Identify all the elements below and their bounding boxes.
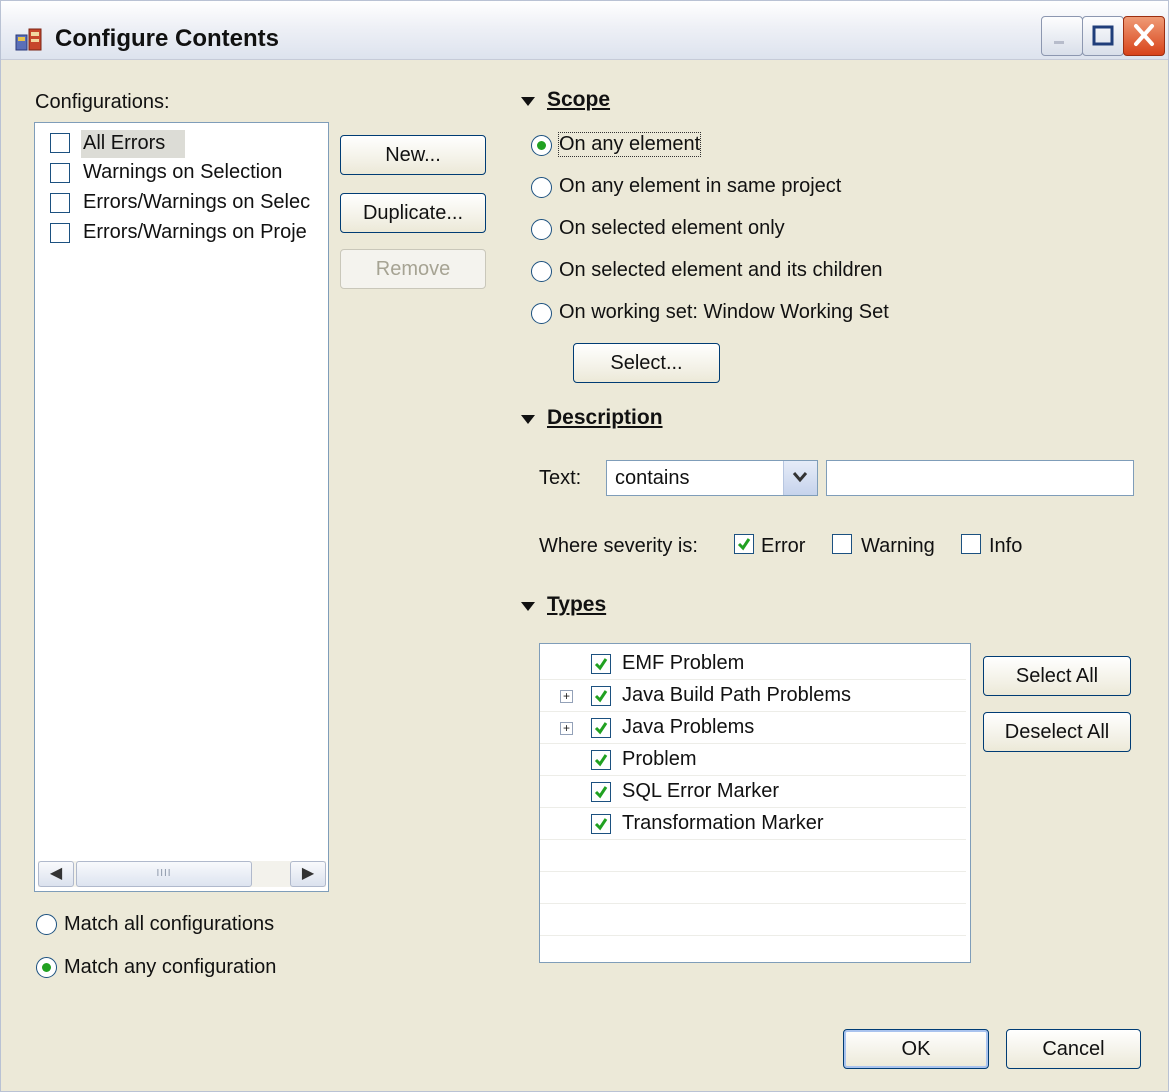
type-checkbox[interactable] <box>591 686 611 706</box>
scope-option-label[interactable]: On working set: Window Working Set <box>559 301 889 324</box>
select-working-set-button[interactable]: Select... <box>573 343 720 383</box>
title-bar[interactable]: Configure Contents <box>1 1 1168 60</box>
collapse-scope-icon[interactable] <box>521 97 535 106</box>
config-checkbox-warnings-selection[interactable] <box>50 163 70 183</box>
tree-row[interactable]: SQL Error Marker <box>540 776 966 808</box>
check-icon <box>594 690 608 703</box>
configurations-list[interactable]: All Errors Warnings on Selection Errors/… <box>34 122 329 892</box>
configurations-label: Configurations: <box>35 91 170 113</box>
tree-empty-row <box>540 904 966 936</box>
cancel-button[interactable]: Cancel <box>1006 1029 1141 1069</box>
type-label[interactable]: Java Problems <box>622 716 754 739</box>
deselect-all-button[interactable]: Deselect All <box>983 712 1131 752</box>
expand-plus-icon[interactable]: + <box>560 722 573 735</box>
severity-warning-checkbox[interactable] <box>832 534 852 554</box>
tree-empty-row <box>540 840 966 872</box>
tree-row[interactable]: Problem <box>540 744 966 776</box>
type-checkbox[interactable] <box>591 750 611 770</box>
tree-row[interactable]: + Java Build Path Problems <box>540 680 966 712</box>
severity-error-label[interactable]: Error <box>761 535 805 558</box>
type-label[interactable]: EMF Problem <box>622 652 744 675</box>
window-title: Configure Contents <box>55 25 279 52</box>
text-filter-input[interactable] <box>826 460 1134 496</box>
scroll-left-icon[interactable]: ◀ <box>38 861 74 887</box>
scroll-right-icon[interactable]: ▶ <box>290 861 326 887</box>
tree-row[interactable]: + Java Problems <box>540 712 966 744</box>
close-icon <box>1134 24 1154 46</box>
minimize-button[interactable] <box>1041 16 1083 56</box>
match-all-radio[interactable] <box>36 914 57 935</box>
check-icon <box>594 818 608 831</box>
scope-radio-selected-only[interactable] <box>531 219 552 240</box>
check-icon <box>737 538 751 551</box>
tree-empty-row <box>540 872 966 904</box>
config-item-label[interactable]: Errors/Warnings on Selec <box>83 191 323 214</box>
scope-radio-same-project[interactable] <box>531 177 552 198</box>
scope-heading[interactable]: Scope <box>547 88 610 112</box>
duplicate-button[interactable]: Duplicate... <box>340 193 486 233</box>
config-item-label[interactable]: Errors/Warnings on Proje <box>83 221 323 244</box>
type-label[interactable]: Java Build Path Problems <box>622 684 851 707</box>
config-item-label[interactable]: Warnings on Selection <box>83 161 282 184</box>
config-item-label[interactable]: All Errors <box>83 132 165 155</box>
check-icon <box>594 722 608 735</box>
type-label[interactable]: Problem <box>622 748 696 771</box>
match-any-radio[interactable] <box>36 957 57 978</box>
scope-radio-any-element[interactable] <box>531 135 552 156</box>
configurations-hscrollbar[interactable]: ◀ IIII ▶ <box>38 861 326 887</box>
type-checkbox[interactable] <box>591 654 611 674</box>
config-checkbox-all-errors[interactable] <box>50 133 70 153</box>
text-label: Text: <box>539 467 582 489</box>
check-icon <box>594 658 608 671</box>
types-tree[interactable]: EMF Problem + Java Build Path Problems +… <box>539 643 971 963</box>
severity-info-label[interactable]: Info <box>989 535 1022 558</box>
scope-option-label[interactable]: On any element <box>557 132 702 157</box>
remove-button[interactable]: Remove <box>340 249 486 289</box>
expand-plus-icon[interactable]: + <box>560 690 573 703</box>
minimize-icon <box>1054 41 1064 44</box>
collapse-description-icon[interactable] <box>521 415 535 424</box>
config-checkbox-errors-warnings-selection[interactable] <box>50 193 70 213</box>
scope-radio-selected-children[interactable] <box>531 261 552 282</box>
text-filter-combo[interactable]: contains <box>606 460 818 496</box>
scope-radio-working-set[interactable] <box>531 303 552 324</box>
match-any-label[interactable]: Match any configuration <box>64 956 276 979</box>
tree-row[interactable]: EMF Problem <box>540 648 966 680</box>
match-all-label[interactable]: Match all configurations <box>64 913 274 936</box>
maximize-icon <box>1092 25 1114 46</box>
check-icon <box>594 786 608 799</box>
chevron-down-icon[interactable] <box>783 461 817 495</box>
severity-error-checkbox[interactable] <box>734 534 754 554</box>
type-checkbox[interactable] <box>591 814 611 834</box>
scope-option-label[interactable]: On selected element and its children <box>559 259 883 282</box>
select-all-button[interactable]: Select All <box>983 656 1131 696</box>
severity-warning-label[interactable]: Warning <box>861 535 935 558</box>
type-checkbox[interactable] <box>591 782 611 802</box>
severity-label: Where severity is: <box>539 535 698 557</box>
type-label[interactable]: SQL Error Marker <box>622 780 779 803</box>
severity-info-checkbox[interactable] <box>961 534 981 554</box>
maximize-button[interactable] <box>1082 16 1124 56</box>
configure-contents-dialog: Configure Contents Configurations: All E… <box>0 0 1169 1092</box>
collapse-types-icon[interactable] <box>521 602 535 611</box>
type-checkbox[interactable] <box>591 718 611 738</box>
scroll-thumb[interactable]: IIII <box>76 861 252 887</box>
combo-value: contains <box>615 467 690 489</box>
new-button[interactable]: New... <box>340 135 486 175</box>
description-heading[interactable]: Description <box>547 406 663 430</box>
ok-button[interactable]: OK <box>843 1029 989 1069</box>
check-icon <box>594 754 608 767</box>
scope-option-label[interactable]: On selected element only <box>559 217 785 240</box>
types-heading[interactable]: Types <box>547 593 606 617</box>
config-checkbox-errors-warnings-project[interactable] <box>50 223 70 243</box>
close-button[interactable] <box>1123 16 1165 56</box>
type-label[interactable]: Transformation Marker <box>622 812 824 835</box>
tree-row[interactable]: Transformation Marker <box>540 808 966 840</box>
app-icon <box>15 28 42 51</box>
scope-option-label[interactable]: On any element in same project <box>559 175 841 198</box>
